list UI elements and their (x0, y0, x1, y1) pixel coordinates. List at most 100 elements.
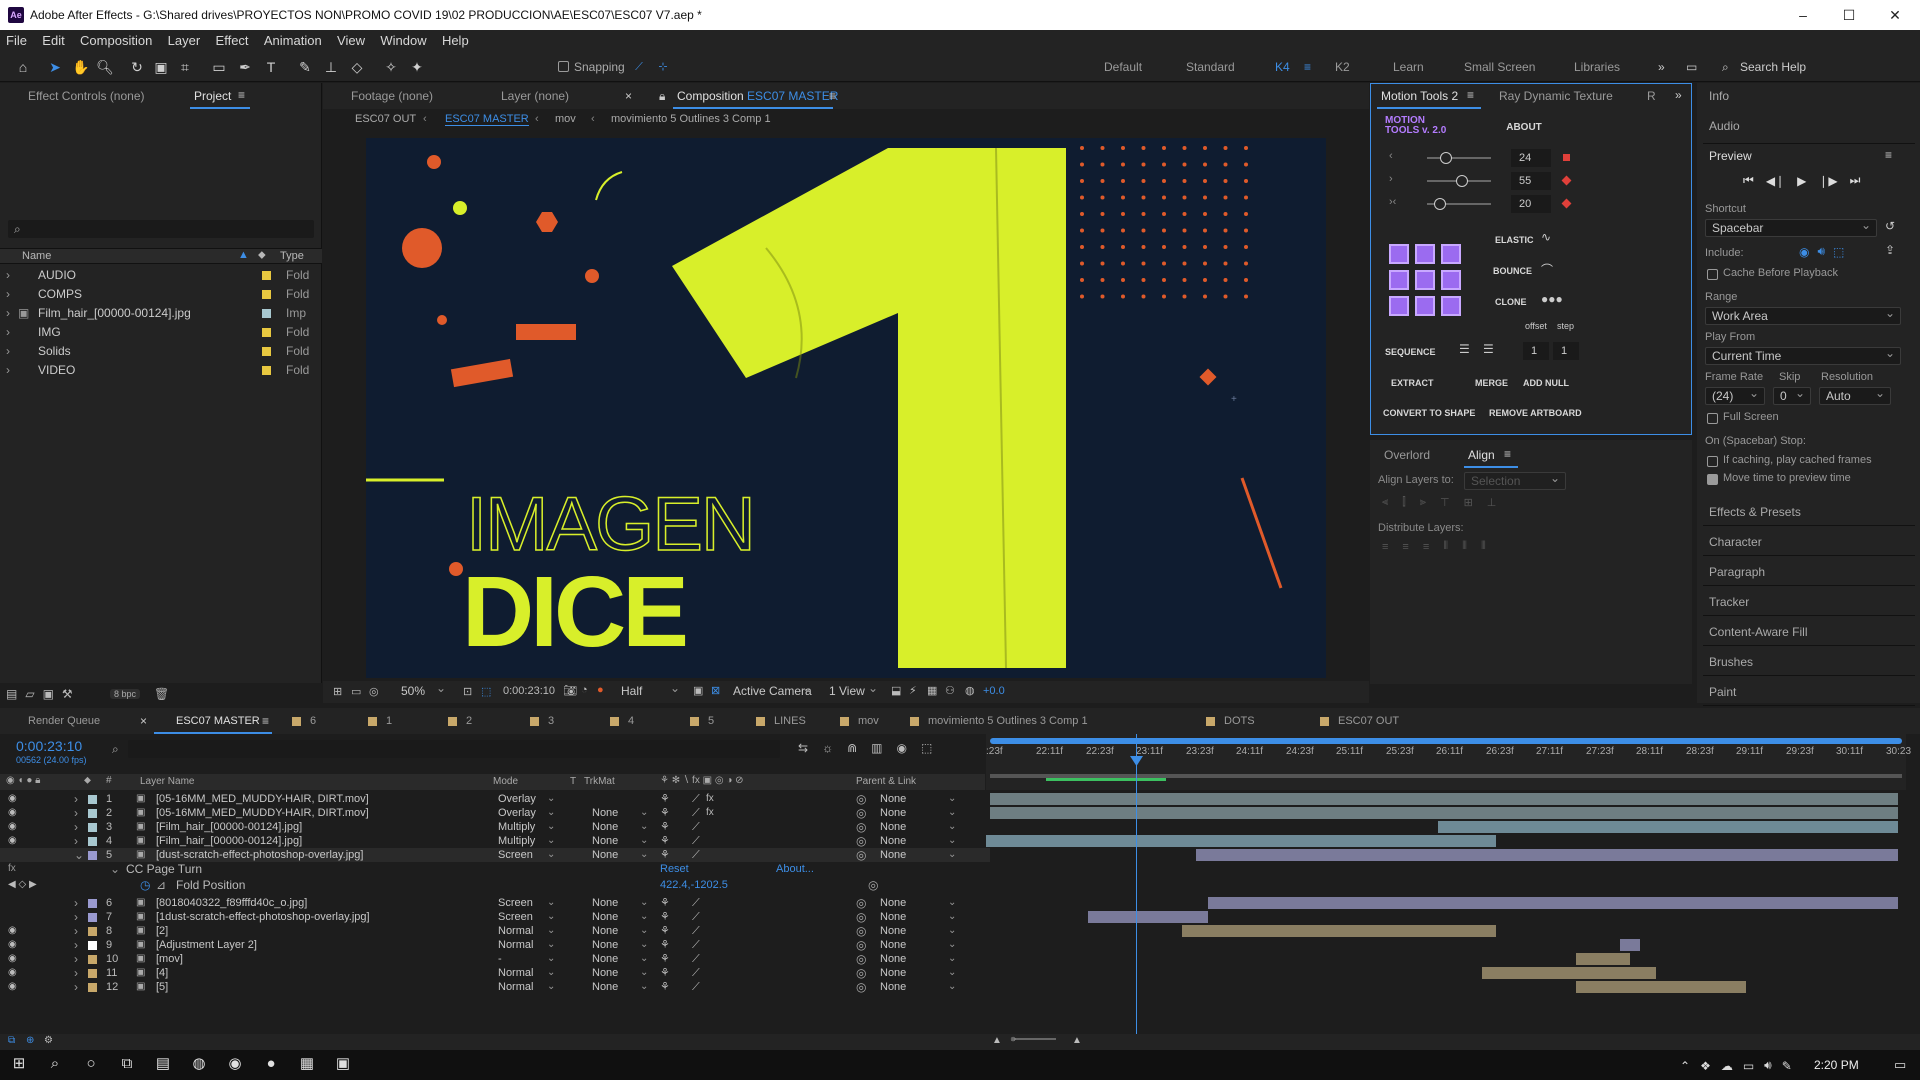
after-effects-icon[interactable]: ▣ (332, 1054, 354, 1072)
timeline-tab[interactable]: ESC07 OUT (1338, 715, 1399, 727)
viewer-menu-icon[interactable]: ≡ (829, 89, 836, 103)
parent-dropdown[interactable]: None (880, 848, 906, 862)
layer-name[interactable]: [05-16MM_MED_MUDDY-HAIR, DIRT.mov] (156, 806, 369, 820)
snapping-checkbox[interactable] (558, 61, 569, 72)
switch-shy-icon[interactable]: ⚘ (660, 938, 670, 952)
project-item[interactable]: › VIDEO Fold (0, 361, 322, 380)
offset-input[interactable]: 1 (1523, 342, 1549, 360)
include-audio-icon[interactable]: 🔊︎ (1817, 244, 1825, 259)
timeline-menu-icon[interactable]: ≡ (262, 714, 269, 728)
expand-arrow-icon[interactable]: ⌄ (110, 862, 120, 876)
switch-quality-icon[interactable]: ⟋ (692, 820, 700, 834)
parent-pickwhip-icon[interactable]: ◎ (856, 896, 866, 910)
workspace-default[interactable]: Default (1104, 60, 1142, 74)
layer-duration-bar[interactable] (990, 807, 1898, 819)
previous-frame-icon[interactable]: ◀❘ (1766, 174, 1785, 188)
composition-canvas[interactable]: + IMAGEN DICE (366, 138, 1326, 678)
menu-composition[interactable]: Composition (74, 30, 158, 52)
type-tool-icon[interactable]: T (262, 58, 280, 76)
spotify-icon[interactable]: ● (260, 1055, 282, 1072)
tab-r[interactable]: R (1647, 89, 1656, 103)
parent-pickwhip-icon[interactable]: ◎ (856, 806, 866, 820)
visibility-eye-icon[interactable]: ◉ (8, 980, 17, 994)
show-snapshot-icon[interactable]: ◔ (581, 684, 588, 696)
switch-quality-icon[interactable]: ⟋ (692, 848, 700, 862)
network-icon[interactable]: ▭ (1743, 1059, 1754, 1073)
layer-duration-bar[interactable] (1620, 939, 1640, 951)
visibility-eye-icon[interactable]: ◉ (8, 806, 17, 820)
selection-tool-icon[interactable]: ➤ (46, 58, 64, 76)
modes-toggle-icon[interactable]: ⊕ (26, 1035, 34, 1046)
snap-features-icon[interactable]: ⊹ (654, 58, 672, 76)
search-icon[interactable]: ⌕ (44, 1055, 66, 1072)
menu-layer[interactable]: Layer (162, 30, 207, 52)
timeline-icon[interactable]: ▦ (927, 684, 937, 697)
zoom-in-icon[interactable]: ▲ (1072, 1035, 1082, 1046)
expand-arrow-icon[interactable]: › (74, 834, 78, 848)
parent-pickwhip-icon[interactable]: ◎ (856, 848, 866, 862)
expand-arrow-icon[interactable]: › (74, 910, 78, 924)
switch-shy-icon[interactable]: ⚘ (660, 848, 670, 862)
motion-blur-icon[interactable]: ◉ (896, 741, 906, 755)
visibility-eye-icon[interactable]: ◉ (8, 924, 17, 938)
move-time-checkbox[interactable] (1707, 474, 1718, 485)
anchor-point-button[interactable] (1389, 270, 1409, 290)
switch-quality-icon[interactable]: ⟋ (692, 952, 700, 966)
layer-duration-bar[interactable] (1576, 981, 1746, 993)
include-overlays-icon[interactable]: ⬚ (1833, 245, 1844, 259)
merge-button[interactable]: MERGE (1475, 378, 1508, 388)
parent-pickwhip-icon[interactable]: ◎ (856, 938, 866, 952)
motion-slider[interactable] (1427, 175, 1491, 187)
expand-arrow-icon[interactable]: › (74, 820, 78, 834)
breadcrumb-mov[interactable]: mov (555, 113, 576, 125)
file-explorer-icon[interactable]: ▤ (152, 1054, 174, 1072)
about-button[interactable]: ABOUT (1479, 122, 1569, 133)
cache-before-playback-checkbox[interactable] (1707, 269, 1718, 280)
parent-pickwhip-icon[interactable]: ◎ (856, 924, 866, 938)
align-top-icon[interactable]: ⊤ (1440, 496, 1450, 509)
layer-duration-bar[interactable] (1438, 821, 1898, 833)
switch-shy-icon[interactable]: ⚘ (660, 806, 670, 820)
track-matte-dropdown[interactable]: None (592, 806, 618, 820)
skip-dropdown[interactable]: 0 (1773, 387, 1811, 405)
search-help-icon[interactable]: ⌕ (1722, 60, 1729, 75)
more-workspaces-icon[interactable]: » (1658, 60, 1665, 74)
if-caching-checkbox[interactable] (1707, 456, 1718, 467)
next-frame-icon[interactable]: ❘▶ (1818, 174, 1837, 188)
layer-duration-bar[interactable] (1088, 911, 1208, 923)
workspace-standard[interactable]: Standard (1186, 60, 1235, 74)
resolution-dropdown[interactable]: Auto (1819, 387, 1891, 405)
project-search-input[interactable]: ⌕ (8, 220, 314, 238)
bounce-button[interactable]: BOUNCE (1493, 266, 1532, 276)
menu-file[interactable]: File (0, 30, 33, 52)
include-video-icon[interactable]: ◉ (1799, 245, 1809, 259)
panel-section-header[interactable]: Paint (1709, 685, 1736, 699)
parent-dropdown[interactable]: None (880, 896, 906, 910)
effect-row[interactable]: fx ⌄ CC Page Turn Reset About... (0, 862, 990, 876)
timeline-tab[interactable]: 3 (548, 715, 554, 727)
slider-knob-icon[interactable] (1456, 175, 1469, 187)
layer-switches-toggle-icon[interactable]: ⧉ (8, 1035, 15, 1046)
comp-marker-icon[interactable]: ⇆ (798, 741, 808, 755)
project-item[interactable]: › IMG Fold (0, 323, 322, 342)
slider-knob-icon[interactable] (1433, 198, 1446, 210)
close-button[interactable]: ✕ (1872, 4, 1918, 26)
motion-slider[interactable] (1427, 198, 1491, 210)
parent-dropdown[interactable]: None (880, 806, 906, 820)
frame-blending-icon[interactable]: ▥ (871, 741, 882, 755)
layer-name[interactable]: [5] (156, 980, 168, 994)
switch-shy-icon[interactable]: ⚘ (660, 980, 670, 994)
sort-ascending-icon[interactable]: ▲ (238, 249, 249, 261)
minimize-button[interactable]: – (1780, 4, 1826, 26)
expand-arrow-icon[interactable]: › (6, 361, 10, 380)
menu-edit[interactable]: Edit (36, 30, 70, 52)
layer-name[interactable]: [Film_hair_[00000-00124].jpg] (156, 834, 302, 848)
layer-name[interactable]: [2] (156, 924, 168, 938)
tab-ray-dynamic-texture[interactable]: Ray Dynamic Texture (1499, 89, 1613, 103)
expand-arrow-icon[interactable]: › (6, 266, 10, 285)
parent-dropdown[interactable]: None (880, 924, 906, 938)
menu-help[interactable]: Help (436, 30, 475, 52)
property-value[interactable]: 422.4,-1202.5 (660, 878, 728, 892)
visibility-eye-icon[interactable]: ◉ (8, 834, 17, 848)
expand-arrow-icon[interactable]: › (74, 806, 78, 820)
